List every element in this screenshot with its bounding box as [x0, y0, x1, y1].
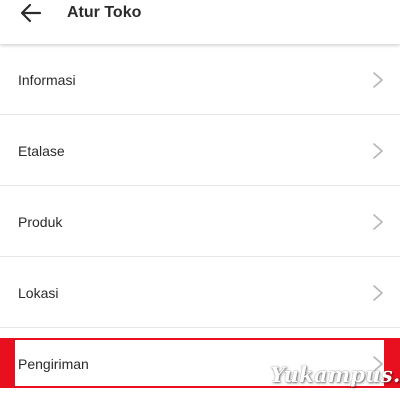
menu-item-label: Pengiriman — [18, 355, 89, 372]
page-title: Atur Toko — [67, 4, 142, 21]
chevron-right-icon — [373, 284, 383, 301]
menu-item-label: Etalase — [18, 142, 65, 159]
menu-item-label: Informasi — [18, 71, 76, 88]
menu-item-etalase[interactable]: Etalase — [0, 115, 400, 186]
chevron-right-icon — [373, 213, 383, 230]
back-button[interactable] — [14, 0, 48, 26]
highlight-bar-left — [0, 338, 13, 388]
menu-item-lokasi[interactable]: Lokasi — [0, 257, 400, 328]
arrow-left-icon — [20, 3, 42, 23]
menu-item-label: Produk — [18, 213, 63, 230]
app-header: Atur Toko — [0, 0, 400, 44]
menu-item-produk[interactable]: Produk — [0, 186, 400, 257]
settings-menu: Informasi Etalase Produk Lokasi Pengirim… — [0, 44, 400, 399]
chevron-right-icon — [373, 142, 383, 159]
chevron-right-icon — [373, 71, 383, 88]
watermark: Yukampus.com — [270, 362, 400, 387]
app-screen: Atur Toko Informasi Etalase Produk Lokas — [0, 0, 400, 400]
menu-item-label: Lokasi — [18, 284, 59, 301]
menu-item-informasi[interactable]: Informasi — [0, 44, 400, 115]
